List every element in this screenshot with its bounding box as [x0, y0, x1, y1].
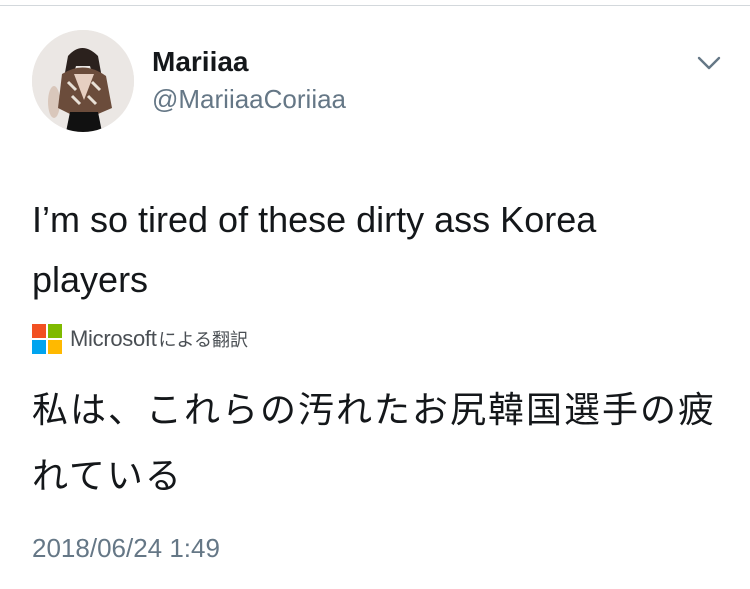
avatar-photo: [32, 30, 134, 132]
translation-credit-suffix: による翻訳: [158, 330, 249, 351]
logo-yellow: [48, 340, 62, 354]
logo-green: [48, 324, 62, 338]
top-divider: [0, 0, 750, 6]
logo-red: [32, 324, 46, 338]
user-handle[interactable]: @MariiaaCoriiaa: [152, 84, 346, 114]
logo-blue: [32, 340, 46, 354]
tweet-text: I’m so tired of these dirty ass Korea pl…: [32, 199, 597, 300]
translation-credit: Microsoft による翻訳: [32, 323, 248, 355]
chevron-down-icon[interactable]: [696, 54, 722, 72]
translated-text: 私は、これらの汚れたお尻韓国選手の疲れている: [32, 390, 717, 497]
microsoft-logo-icon: [32, 324, 62, 354]
display-name[interactable]: Mariiaa: [152, 47, 249, 77]
translation-provider: Microsoft: [70, 326, 157, 351]
tweet-timestamp[interactable]: 2018/06/24 1:49: [32, 533, 220, 563]
avatar[interactable]: [32, 30, 134, 132]
